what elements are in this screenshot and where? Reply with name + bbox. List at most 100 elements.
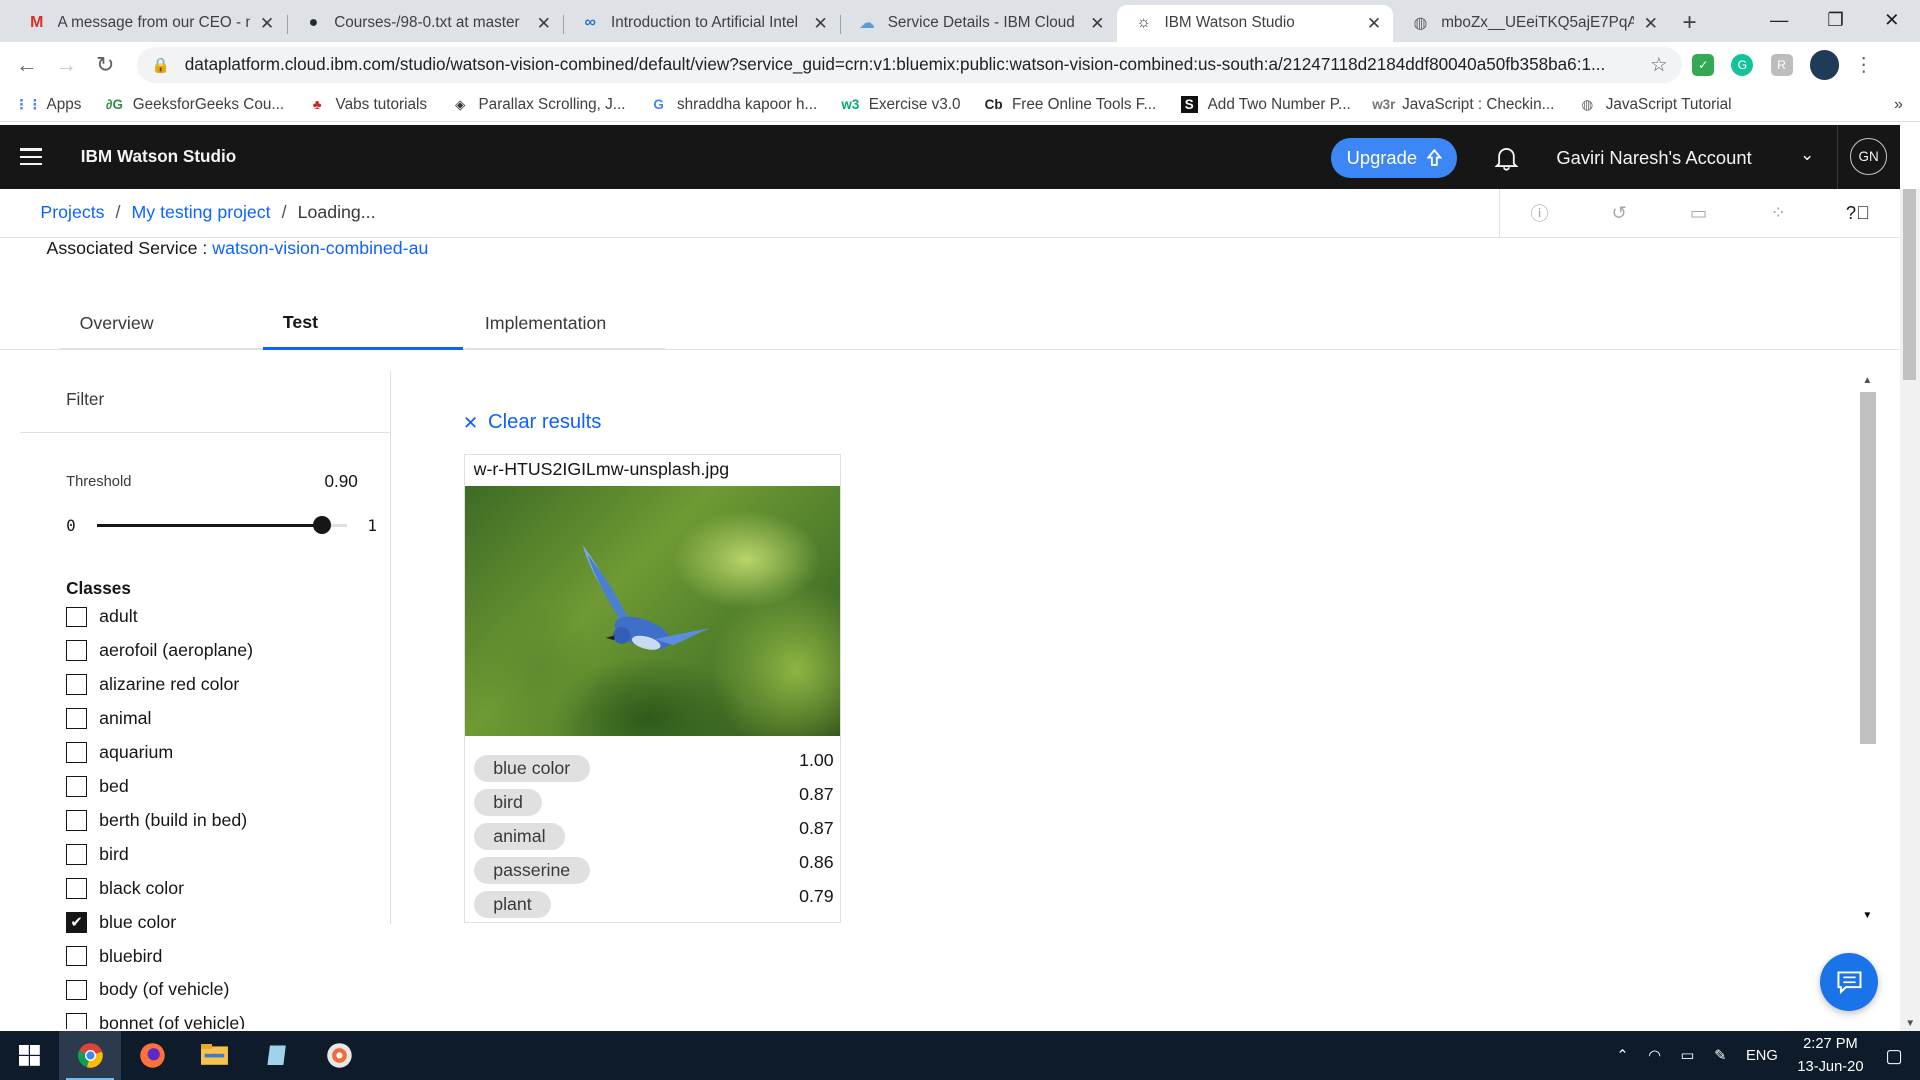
browser-tab[interactable]: M A message from our CEO - n ✕ [10,5,287,42]
tray-chevron-up-icon[interactable]: ⌃ [1616,1047,1628,1064]
results-scrollbar[interactable]: ▲ ▼ [1858,375,1879,921]
slider-handle[interactable] [312,515,332,534]
tab-test[interactable]: Test [263,299,463,351]
associated-service-link[interactable]: watson-vision-combined-au [212,238,428,258]
upgrade-button[interactable]: Upgrade [1331,138,1458,178]
checkbox-icon[interactable] [66,708,87,730]
notification-center-icon[interactable]: ▢ [1886,1045,1903,1067]
checkbox-icon[interactable] [66,776,87,797]
grammarly-extension-icon[interactable]: G [1731,53,1754,76]
browser-tab[interactable]: ● Courses-/98-0.txt at master ✕ [286,5,564,42]
gray-extension-icon[interactable]: R [1770,53,1793,76]
reload-button[interactable]: ↻ [86,52,125,78]
close-tab-icon[interactable]: ✕ [813,13,827,34]
close-tab-icon[interactable]: ✕ [1090,13,1104,34]
bookmark-javascript-tutorial[interactable]: ◍ JavaScript Tutorial [1579,96,1732,114]
class-checkbox-blue-color[interactable]: ✔ blue color [66,905,387,939]
minimize-button[interactable]: — [1751,0,1807,39]
close-tab-icon[interactable]: ✕ [1644,13,1658,34]
bookmark-apps[interactable]: ⋮⋮ Apps [15,96,82,114]
breadcrumb-projects-link[interactable]: Projects [40,202,104,223]
tab-implementation[interactable]: Implementation [465,299,665,351]
browser-tab[interactable]: ☁ Service Details - IBM Cloud ✕ [839,5,1117,42]
bookmark-geeksforgeeks-cou[interactable]: ∂G GeeksforGeeks Cou... [106,96,284,114]
taskbar-media-player[interactable] [309,1031,371,1080]
help-icon[interactable]: ?⃝ [1818,202,1898,224]
bookmark-exercise-v3-0[interactable]: w3 Exercise v3.0 [841,96,960,114]
class-checkbox-aquarium[interactable]: aquarium [66,736,387,770]
breadcrumb-project-link[interactable]: My testing project [132,202,271,223]
back-button[interactable]: ← [7,52,46,78]
bookmark-star-icon[interactable]: ☆ [1650,53,1668,77]
class-checkbox-animal[interactable]: animal [66,702,387,736]
account-switcher[interactable]: Gaviri Naresh's Account [1556,147,1751,169]
taskbar-chrome[interactable] [58,1031,122,1080]
checkbox-checked-icon[interactable]: ✔ [66,911,87,933]
taskbar-clock[interactable]: 2:27 PM 13-Jun-20 [1797,1033,1863,1077]
taskbar-notepad[interactable] [246,1031,308,1080]
close-window-button[interactable]: ✕ [1864,0,1920,39]
omnibox[interactable]: 🔒 dataplatform.cloud.ibm.com/studio/wats… [137,46,1683,84]
threshold-slider[interactable] [96,515,347,534]
class-checkbox-bird[interactable]: bird [66,837,387,871]
tab-overview[interactable]: Overview [60,299,264,351]
forward-button[interactable]: → [47,52,86,78]
new-tab-button[interactable]: + [1682,5,1696,42]
scroll-thumb[interactable] [1860,391,1876,745]
checkbox-icon[interactable] [66,809,87,831]
checkbox-icon[interactable] [66,843,87,865]
threshold-value[interactable]: 0.90 [324,471,357,492]
bookmark-shraddha-kapoor-h[interactable]: Gshraddha kapoor h... [650,96,817,114]
hamburger-menu-icon[interactable] [0,148,61,166]
user-avatar[interactable]: GN [1850,138,1887,176]
bookmark-free-online-tools-f[interactable]: Cb Free Online Tools F... [985,96,1157,114]
battery-icon[interactable]: ▭ [1681,1047,1695,1064]
browser-tab[interactable]: ☼ IBM Watson Studio ✕ [1116,4,1394,42]
class-checkbox-berth-build-in-bed[interactable]: berth (build in bed) [66,803,387,837]
scroll-up-arrow-icon[interactable]: ▲ [1862,375,1872,386]
class-checkbox-bonnet-of-vehicle[interactable]: bonnet (of vehicle) [66,1007,387,1029]
class-checkbox-adult[interactable]: adult [66,600,387,634]
shield-extension-icon[interactable]: ✓ [1692,53,1715,76]
scroll-down-arrow-icon[interactable]: ▼ [1862,910,1872,921]
checkbox-icon[interactable] [66,640,87,662]
checkbox-icon[interactable] [66,945,87,967]
checkbox-icon[interactable] [66,1013,87,1029]
class-checkbox-alizarine-red-color[interactable]: alizarine red color [66,668,387,702]
checkbox-icon[interactable] [66,674,87,696]
close-tab-icon[interactable]: ✕ [260,13,274,34]
page-scroll-thumb[interactable] [1902,188,1917,380]
bookmark-javascript-checkin[interactable]: w3r JavaScript : Checkin... [1372,96,1554,114]
history-icon[interactable]: ↺ [1579,202,1659,224]
page-scrollbar[interactable]: ▼ [1900,188,1920,1032]
checkbox-icon[interactable] [66,606,87,628]
bookmarks-overflow-button[interactable]: » [1894,96,1903,114]
app-brand[interactable]: IBM Watson Studio [81,146,236,167]
class-checkbox-bed[interactable]: bed [66,770,387,804]
taskbar-file-explorer[interactable] [184,1031,246,1080]
browser-tab[interactable]: ◍ mboZx__UEeiTKQ5ajE7PqA_b ✕ [1393,5,1670,42]
checkbox-icon[interactable] [66,979,87,1001]
windows-start-button[interactable] [0,1031,59,1080]
browser-menu-icon[interactable]: ⋮ [1854,53,1874,77]
bookmark-parallax-scrolling-j[interactable]: ◈ Parallax Scrolling, J... [452,96,626,114]
bookmark-add-two-number-p[interactable]: S Add Two Number P... [1180,96,1351,114]
browser-tab[interactable]: ∞ Introduction to Artificial Intel ✕ [563,5,840,42]
clear-results-button[interactable]: ✕ Clear results [463,411,601,434]
url-text[interactable]: dataplatform.cloud.ibm.com/studio/watson… [185,54,1638,75]
pen-icon[interactable]: ✎ [1714,1047,1726,1064]
class-checkbox-bluebird[interactable]: bluebird [66,939,387,973]
bookmark-vabs-tutorials[interactable]: ♣ Vabs tutorials [309,96,427,114]
close-tab-icon[interactable]: ✕ [1367,13,1381,34]
checkbox-icon[interactable] [66,742,87,763]
close-tab-icon[interactable]: ✕ [537,13,551,34]
class-checkbox-body-of-vehicle[interactable]: body (of vehicle) [66,973,387,1007]
scroll-down-arrow-icon[interactable]: ▼ [1905,1018,1915,1029]
profile-avatar-icon[interactable] [1809,50,1840,80]
class-checkbox-black-color[interactable]: black color [66,871,387,905]
checkbox-icon[interactable] [66,877,87,899]
chat-button[interactable] [1819,952,1879,1012]
restore-button[interactable]: ❐ [1807,0,1863,39]
comments-icon[interactable]: ▭ [1659,202,1739,224]
language-indicator[interactable]: ENG [1746,1048,1778,1064]
